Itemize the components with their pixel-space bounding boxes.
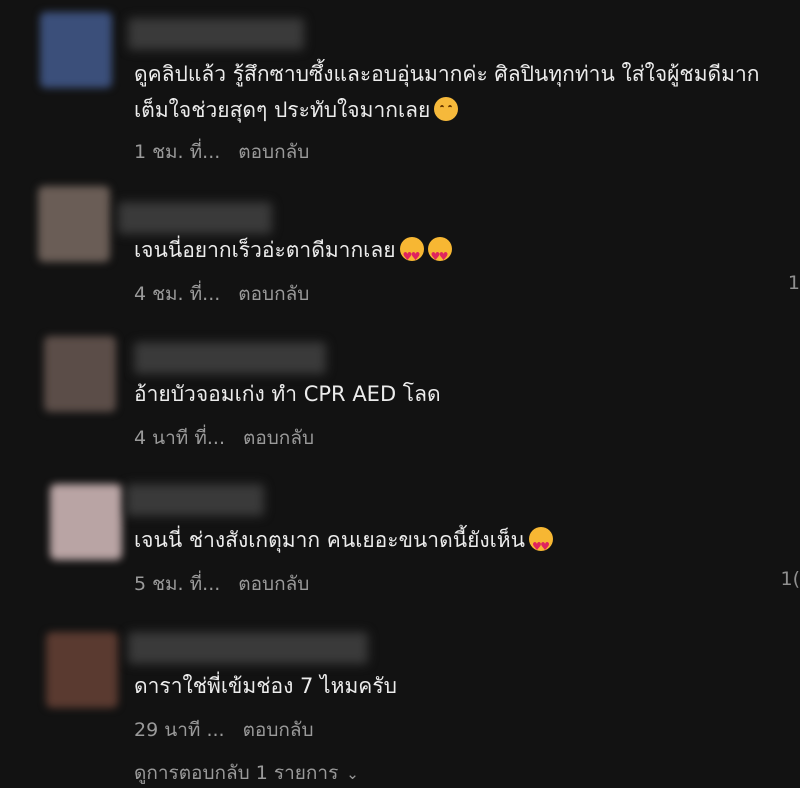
comment-item: ดาราใช่พี่เข้มช่อง 7 ไหมครับ 29 นาที ...… xyxy=(0,622,800,762)
comment-item: อ้ายบัวจอมเก่ง ทำ CPR AED โลด 4 นาที ที่… xyxy=(0,330,800,470)
view-replies-label: ดูการตอบกลับ 1 รายการ xyxy=(134,762,339,784)
smiling-face-with-hearts-icon xyxy=(399,237,424,275)
commenter-name[interactable] xyxy=(128,18,304,50)
comment-timestamp: 4 นาที ที่... xyxy=(134,427,225,449)
reply-button[interactable]: ตอบกลับ xyxy=(238,279,309,309)
comment-timestamp: 29 นาที ... xyxy=(134,719,225,741)
commenter-name[interactable] xyxy=(134,342,326,374)
comment-text: ดูคลิปแล้ว รู้สึกซาบซึ้งและอบอุ่นมากค่ะ … xyxy=(134,62,760,122)
smiling-face-with-hearts-icon xyxy=(529,527,554,565)
commenter-name[interactable] xyxy=(118,202,272,234)
comment-timestamp: 1 ชม. ที่... xyxy=(134,141,221,163)
comment-timestamp: 4 ชม. ที่... xyxy=(134,283,221,305)
reply-button[interactable]: ตอบกลับ xyxy=(243,715,314,745)
comment-timestamp: 5 ชม. ที่... xyxy=(134,573,221,595)
like-count: 1( xyxy=(780,568,800,590)
commenter-name[interactable] xyxy=(128,632,368,664)
reply-button[interactable]: ตอบกลับ xyxy=(238,569,309,599)
avatar[interactable] xyxy=(40,12,112,88)
comment-item: เจนนี่อยากเร็วอ่ะตาดีมากเลย 4 ชม. ที่...… xyxy=(0,180,800,320)
avatar[interactable] xyxy=(44,336,116,412)
avatar[interactable] xyxy=(46,632,118,708)
like-count: 1 xyxy=(787,272,800,294)
reply-button[interactable]: ตอบกลับ xyxy=(238,137,309,167)
avatar[interactable] xyxy=(38,186,110,262)
chevron-down-icon: ⌄ xyxy=(346,765,359,783)
comment-text: เจนนี่ ช่างสังเกตุมาก คนเยอะขนาดนี้ยังเห… xyxy=(134,522,734,565)
reply-button[interactable]: ตอบกลับ xyxy=(243,423,314,453)
smiling-face-with-hearts-icon xyxy=(427,237,452,275)
comment-text: ดาราใช่พี่เข้มช่อง 7 ไหมครับ xyxy=(134,674,397,698)
smiling-face-icon xyxy=(434,97,459,121)
comment-text: อ้ายบัวจอมเก่ง ทำ CPR AED โลด xyxy=(134,382,441,406)
comment-item: เจนนี่ ช่างสังเกตุมาก คนเยอะขนาดนี้ยังเห… xyxy=(0,476,800,616)
avatar[interactable] xyxy=(50,484,122,560)
comment-item: ดูคลิปแล้ว รู้สึกซาบซึ้งและอบอุ่นมากค่ะ … xyxy=(0,0,800,163)
comment-text: เจนนี่อยากเร็วอ่ะตาดีมากเลย xyxy=(134,232,734,275)
commenter-name[interactable] xyxy=(126,484,264,516)
